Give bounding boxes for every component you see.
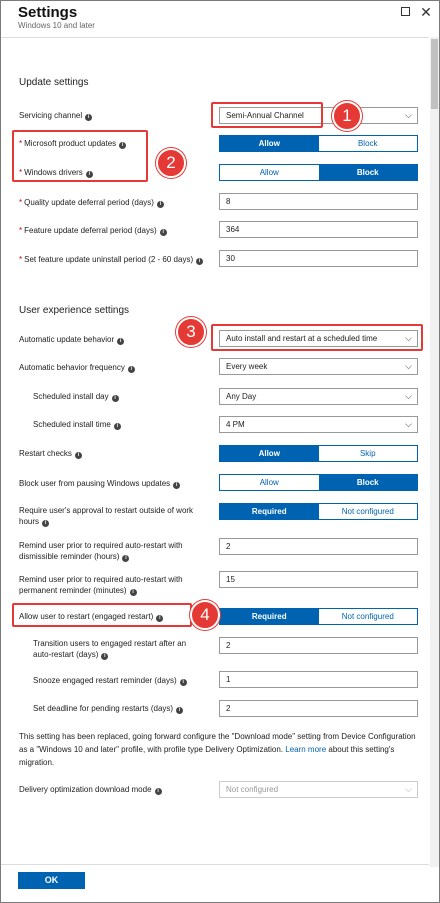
allow-engaged-restart-toggle[interactable]: Required Not configured <box>219 608 418 625</box>
delivery-optimization-label: Delivery optimization download mode i <box>19 784 204 795</box>
chevron-down-icon: ⌵ <box>405 784 412 794</box>
toggle-allow[interactable]: Allow <box>220 136 319 151</box>
info-icon[interactable]: i <box>159 229 167 236</box>
scheduled-install-day-select[interactable]: Any Day ⌵ <box>219 388 418 405</box>
page-title: Settings <box>18 4 78 21</box>
auto-behavior-frequency-select[interactable]: Every week ⌵ <box>219 358 418 375</box>
annotation-box-4 <box>12 603 192 627</box>
toggle-allow[interactable]: Allow <box>220 165 319 180</box>
remind-permanent-label: Remind user prior to required auto-resta… <box>19 575 183 596</box>
feature-deferral-input[interactable]: 364 <box>219 221 418 238</box>
info-icon[interactable]: i <box>127 366 135 373</box>
learn-more-link[interactable]: Learn more <box>285 745 326 754</box>
microsoft-product-updates-toggle[interactable]: Allow Block <box>219 135 418 152</box>
migration-notice: This setting has been replaced, going fo… <box>19 732 416 767</box>
require-approval-toggle[interactable]: Required Not configured <box>219 503 418 520</box>
info-icon[interactable]: i <box>74 452 82 459</box>
annotation-number-2: 2 <box>156 148 186 178</box>
annotation-box-3 <box>211 324 423 351</box>
section-user-experience: User experience settings <box>19 305 130 316</box>
toggle-required[interactable]: Required <box>220 609 319 624</box>
feature-uninstall-input[interactable]: 30 <box>219 250 418 267</box>
section-update-settings: Update settings <box>19 77 89 88</box>
windows-drivers-toggle[interactable]: Allow Block <box>219 164 418 181</box>
remind-permanent-input[interactable]: 15 <box>219 571 418 588</box>
servicing-channel-label: Servicing channel i <box>19 110 204 121</box>
snooze-engaged-label: Snooze engaged restart reminder (days) i <box>33 675 203 686</box>
info-icon[interactable]: i <box>173 482 181 489</box>
info-icon[interactable]: i <box>111 395 119 402</box>
scroll-thumb[interactable] <box>431 39 438 109</box>
chevron-down-icon: ⌵ <box>405 391 412 401</box>
maximize-icon[interactable] <box>398 5 412 19</box>
toggle-allow[interactable]: Allow <box>220 446 319 461</box>
feature-deferral-label: * Feature update deferral period (days) i <box>19 225 204 236</box>
chevron-down-icon: ⌵ <box>405 361 412 371</box>
transition-engaged-input[interactable]: 2 <box>219 637 418 654</box>
quality-deferral-input[interactable]: 8 <box>219 193 418 210</box>
toggle-not-configured[interactable]: Not configured <box>318 609 417 624</box>
info-icon[interactable]: i <box>176 707 184 714</box>
info-icon[interactable]: i <box>101 653 109 660</box>
chevron-down-icon: ⌵ <box>405 419 412 429</box>
deadline-pending-label: Set deadline for pending restarts (days)… <box>33 703 203 714</box>
info-icon[interactable]: i <box>129 589 137 596</box>
auto-behavior-frequency-label: Automatic behavior frequency i <box>19 362 204 373</box>
scheduled-install-day-label: Scheduled install day i <box>33 391 203 402</box>
toggle-block[interactable]: Block <box>318 165 417 180</box>
transition-engaged-label: Transition users to engaged restart afte… <box>33 639 187 660</box>
chevron-down-icon: ⌵ <box>405 110 412 120</box>
info-icon[interactable]: i <box>196 258 204 265</box>
page-subtitle: Windows 10 and later <box>18 21 95 30</box>
toggle-allow[interactable]: Allow <box>220 475 319 490</box>
info-icon[interactable]: i <box>122 555 130 562</box>
restart-checks-label: Restart checks i <box>19 448 204 459</box>
require-approval-label: Require user's approval to restart outsi… <box>19 506 194 527</box>
feature-uninstall-label: * Set feature update uninstall period (2 … <box>19 254 204 265</box>
info-icon[interactable]: i <box>42 520 50 527</box>
info-icon[interactable]: i <box>113 423 121 430</box>
block-pausing-toggle[interactable]: Allow Block <box>219 474 418 491</box>
toggle-block[interactable]: Block <box>318 136 417 151</box>
annotation-number-3: 3 <box>176 317 206 347</box>
scrollbar[interactable] <box>430 37 439 867</box>
scheduled-install-time-select[interactable]: 4 PM ⌵ <box>219 416 418 433</box>
close-icon[interactable]: ✕ <box>419 5 433 19</box>
snooze-engaged-input[interactable]: 1 <box>219 671 418 688</box>
remind-dismissible-input[interactable]: 2 <box>219 538 418 555</box>
toggle-not-configured[interactable]: Not configured <box>318 504 417 519</box>
delivery-optimization-select: Not configured ⌵ <box>219 781 418 798</box>
annotation-number-1: 1 <box>332 101 362 131</box>
toggle-block[interactable]: Block <box>318 475 417 490</box>
toggle-skip[interactable]: Skip <box>318 446 417 461</box>
blade-header: Settings Windows 10 and later ✕ <box>1 1 439 37</box>
info-icon[interactable]: i <box>156 201 164 208</box>
annotation-box-1 <box>211 102 323 128</box>
scheduled-install-time-label: Scheduled install time i <box>33 419 203 430</box>
annotation-number-4: 4 <box>190 600 220 630</box>
deadline-pending-input[interactable]: 2 <box>219 700 418 717</box>
annotation-box-2 <box>12 130 148 182</box>
restart-checks-toggle[interactable]: Allow Skip <box>219 445 418 462</box>
footer-divider <box>1 864 429 865</box>
remind-dismissible-label: Remind user prior to required auto-resta… <box>19 541 183 562</box>
info-icon[interactable]: i <box>154 788 162 795</box>
ok-button[interactable]: OK <box>18 872 85 889</box>
info-icon[interactable]: i <box>117 338 125 345</box>
info-icon[interactable]: i <box>85 114 93 121</box>
info-icon[interactable]: i <box>179 679 187 686</box>
toggle-required[interactable]: Required <box>220 504 319 519</box>
quality-deferral-label: * Quality update deferral period (days) i <box>19 197 204 208</box>
header-divider <box>1 37 429 38</box>
block-pausing-label: Block user from pausing Windows updates i <box>19 478 204 489</box>
